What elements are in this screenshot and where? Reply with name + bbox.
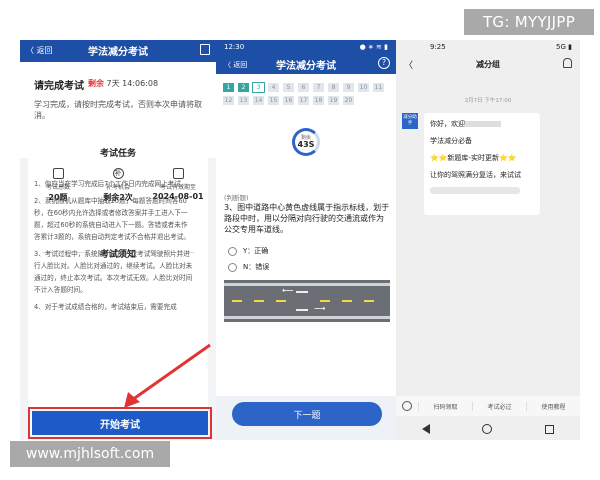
status-icons: 5G ▮ bbox=[556, 43, 572, 51]
option-no[interactable]: N：错误 bbox=[228, 262, 269, 272]
question-number[interactable]: 11 bbox=[372, 82, 385, 93]
message-line: 你好，欢迎 bbox=[430, 119, 534, 129]
yellow-dash bbox=[342, 300, 352, 302]
question-text: 3、图中道路中心黄色虚线属于指示标线，划于路段中时，用以分隔对向行驶的交通流或作… bbox=[224, 203, 390, 234]
radio-icon[interactable] bbox=[228, 246, 237, 256]
question-number[interactable]: 16 bbox=[282, 95, 295, 106]
keyboard-icon[interactable] bbox=[402, 401, 412, 411]
next-question-button[interactable]: 下一题 bbox=[232, 402, 382, 426]
message-line: ⭐⭐新题库-实时更新⭐⭐ bbox=[430, 154, 517, 162]
blurred-text bbox=[465, 121, 501, 127]
watermark-bottom: www.mjhlsoft.com bbox=[10, 441, 170, 467]
message-line: 让你的驾照满分复活，来试试 bbox=[430, 171, 521, 179]
yellow-dash bbox=[364, 300, 374, 302]
status-icons: ● ∗ ≋ ▮ bbox=[359, 43, 388, 51]
menu-item[interactable]: 扫码领取 bbox=[418, 401, 472, 411]
white-dash bbox=[296, 291, 308, 293]
back-button[interactable]: 〈 返回 bbox=[224, 60, 247, 70]
message-line: 学法减分必备 bbox=[430, 137, 472, 145]
question-number[interactable]: 7 bbox=[312, 82, 325, 93]
app-header: 〈 返回 学法减分考试 ? bbox=[216, 54, 396, 74]
message-date: 2月7日 下午17:00 bbox=[464, 98, 512, 104]
question-number[interactable]: 6 bbox=[297, 82, 310, 93]
chat-header: 〈 减分组 bbox=[396, 54, 580, 74]
question-number[interactable]: 18 bbox=[312, 95, 325, 106]
question-number[interactable]: 13 bbox=[237, 95, 250, 106]
yellow-dash bbox=[254, 300, 264, 302]
exam-question-screen: 12:30 ● ∗ ≋ ▮ 〈 返回 学法减分考试 ? 1 2 3 4 5 6 7 8 9 10 1… bbox=[216, 40, 396, 440]
status-time: 9:25 bbox=[430, 43, 446, 51]
status-bar: 9:25 5G ▮ bbox=[396, 40, 580, 54]
question-number[interactable]: 8 bbox=[327, 82, 340, 93]
help-icon[interactable]: ? bbox=[378, 57, 390, 69]
question-area: 1 2 3 4 5 6 7 8 9 10 11 12 13 14 15 16 17 18 19 20 剩余 43S (… bbox=[216, 74, 396, 396]
option-label: Y：正确 bbox=[243, 247, 269, 255]
option-yes[interactable]: Y：正确 bbox=[228, 246, 268, 256]
radio-icon[interactable] bbox=[228, 262, 237, 272]
question-number[interactable]: 3 bbox=[252, 82, 265, 93]
nav-recents-icon[interactable] bbox=[544, 424, 554, 434]
yellow-dash bbox=[276, 300, 286, 302]
blurred-link[interactable] bbox=[430, 187, 520, 194]
question-number[interactable]: 14 bbox=[252, 95, 265, 106]
road-edge bbox=[224, 283, 390, 286]
timer-value: 43S bbox=[297, 140, 315, 149]
chat-screen: 9:25 5G ▮ 〈 减分组 2月7日 下午17:00 减分助手 你好，欢迎 … bbox=[396, 40, 580, 440]
arrow-right-icon: ⟶ bbox=[314, 304, 326, 313]
road-edge bbox=[224, 316, 390, 319]
android-nav-bar bbox=[396, 418, 580, 440]
question-type: (判断题) bbox=[224, 194, 249, 202]
question-number[interactable]: 17 bbox=[297, 95, 310, 106]
question-number[interactable]: 10 bbox=[357, 82, 370, 93]
menu-item[interactable]: 考试必过 bbox=[472, 401, 526, 411]
message-bubble: 你好，欢迎 学法减分必备 ⭐⭐新题库-实时更新⭐⭐ 让你的驾照满分复活，来试试 bbox=[424, 113, 540, 215]
question-number[interactable]: 19 bbox=[327, 95, 340, 106]
nav-home-icon[interactable] bbox=[482, 424, 493, 434]
question-number-grid: 1 2 3 4 5 6 7 8 9 10 11 12 13 14 15 16 17 18 19 20 bbox=[222, 82, 385, 106]
greeting-text: 你好，欢迎 bbox=[430, 120, 465, 128]
question-number[interactable]: 12 bbox=[222, 95, 235, 106]
screenshot-root: 〈 返回 学法减分考试 请完成考试 剩余 7天 14:06:08 学习完成，请按… bbox=[0, 0, 600, 480]
avatar[interactable]: 减分助手 bbox=[402, 113, 418, 129]
chat-bottom-menu: 扫码领取 考试必过 使用教程 bbox=[396, 396, 580, 416]
road-diagram-image: ⟵ ⟶ bbox=[224, 280, 390, 322]
question-number[interactable]: 15 bbox=[267, 95, 280, 106]
question-number[interactable]: 1 bbox=[222, 82, 235, 93]
white-dash bbox=[296, 309, 308, 311]
chat-title: 减分组 bbox=[476, 59, 500, 69]
countdown-timer: 剩余 43S bbox=[292, 128, 320, 156]
status-time: 12:30 bbox=[224, 43, 245, 51]
user-icon[interactable] bbox=[563, 58, 572, 68]
watermark-top: TG: MYYJJPP bbox=[464, 9, 594, 35]
question-number[interactable]: 5 bbox=[282, 82, 295, 93]
status-bar: 12:30 ● ∗ ≋ ▮ bbox=[216, 40, 396, 54]
back-button[interactable]: 〈 bbox=[404, 58, 413, 71]
question-number[interactable]: 4 bbox=[267, 82, 280, 93]
arrow-left-icon: ⟵ bbox=[282, 286, 294, 295]
question-number[interactable]: 20 bbox=[342, 95, 355, 106]
nav-back-icon[interactable] bbox=[422, 424, 431, 434]
yellow-dash bbox=[320, 300, 330, 302]
option-label: N：错误 bbox=[243, 263, 270, 271]
yellow-dash bbox=[232, 300, 242, 302]
question-number[interactable]: 2 bbox=[237, 82, 250, 93]
menu-item[interactable]: 使用教程 bbox=[526, 401, 580, 411]
question-number[interactable]: 9 bbox=[342, 82, 355, 93]
